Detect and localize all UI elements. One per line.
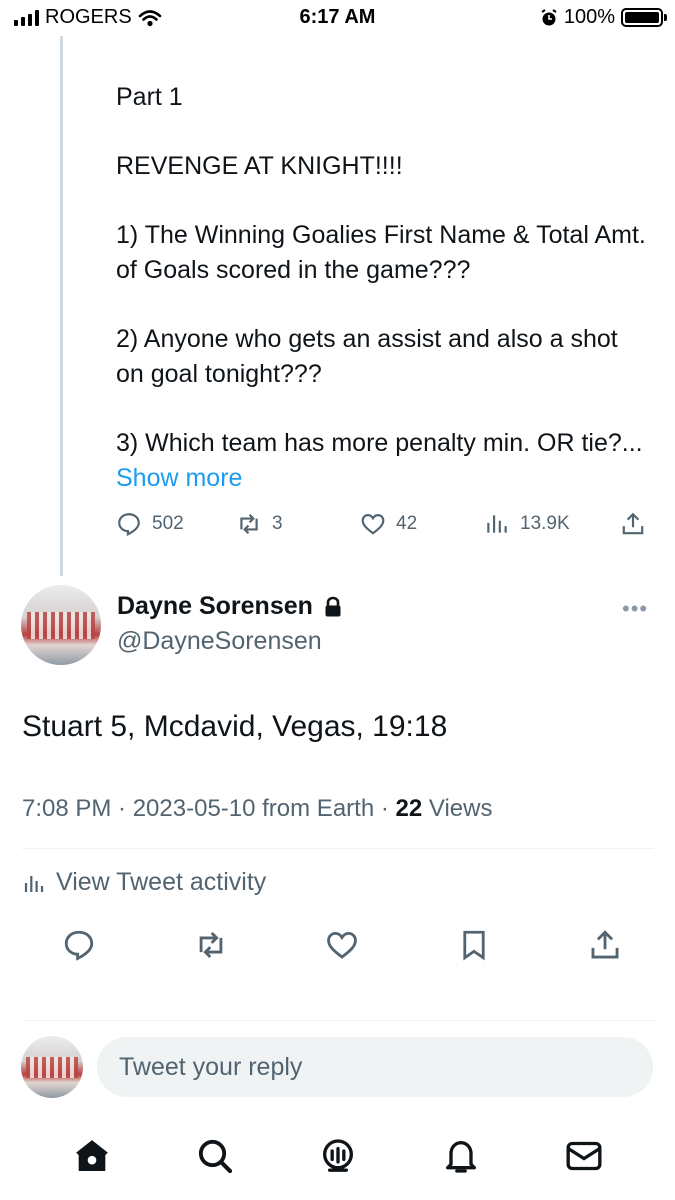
battery-percent: 100%: [563, 6, 615, 28]
bottom-nav: [0, 1112, 675, 1200]
like-action[interactable]: 42: [360, 511, 484, 537]
retweet-icon: [240, 514, 258, 534]
views-label: Views: [422, 795, 493, 822]
reply-icon: [118, 513, 140, 537]
tweet-text: Stuart 5, Mcdavid, Vegas, 19:18: [22, 710, 448, 743]
author-avatar[interactable]: [21, 585, 101, 665]
tweet-line: 2) Anyone who gets an assist and also a …: [116, 325, 618, 388]
author-name-text: Dayne Sorensen: [117, 592, 313, 620]
tweet-line: 1) The Winning Goalies First Name & Tota…: [116, 221, 646, 284]
tweet-meta: 7:08 PM · 2023-05-10 from Earth · 22 Vie…: [22, 795, 492, 823]
views-count: 13.9K: [520, 513, 570, 534]
tweet-line: 3) Which team has more penalty min. OR t…: [116, 426, 646, 496]
previous-tweet-actions: 502 3 42 13.9K: [116, 506, 656, 542]
tweet-line: REVENGE AT KNIGHT!!!!: [116, 152, 403, 180]
spaces-icon[interactable]: [318, 1136, 358, 1176]
thread-line: [60, 36, 63, 576]
bookmark-icon[interactable]: [457, 928, 491, 962]
heart-icon: [361, 514, 385, 535]
share-icon: [622, 512, 644, 535]
status-bar: ROGERS 6:17 AM 100%: [0, 0, 675, 36]
reply-icon[interactable]: [62, 928, 96, 962]
tweet-line-text: 3) Which team has more penalty min. OR t…: [116, 429, 643, 457]
like-count: 42: [396, 513, 418, 534]
reply-action[interactable]: 502: [116, 511, 236, 537]
battery-icon: [621, 8, 667, 27]
retweet-count: 3: [272, 513, 283, 534]
author-handle[interactable]: @DayneSorensen: [117, 627, 322, 656]
share-icon[interactable]: [588, 928, 622, 962]
messages-icon[interactable]: [564, 1136, 604, 1176]
author-name[interactable]: Dayne Sorensen: [117, 592, 343, 621]
alarm-icon: [541, 8, 557, 25]
activity-label: View Tweet activity: [56, 868, 267, 896]
reply-input[interactable]: [97, 1037, 653, 1097]
tweet-action-bar: [62, 928, 622, 962]
reply-count: 502: [152, 513, 184, 534]
views-icon: [487, 515, 507, 533]
home-icon[interactable]: [72, 1136, 112, 1176]
lock-icon: [325, 596, 341, 616]
heart-icon[interactable]: [325, 928, 359, 962]
more-options-icon[interactable]: •••: [622, 596, 648, 622]
search-icon[interactable]: [195, 1136, 235, 1176]
status-bar-right: 100%: [540, 6, 667, 29]
retweet-action[interactable]: 3: [236, 511, 360, 537]
analytics-icon: [24, 875, 44, 892]
divider: [22, 1020, 654, 1021]
tweet-timestamp: 7:08 PM · 2023-05-10 from Earth ·: [22, 795, 396, 822]
views-action[interactable]: 13.9K: [484, 511, 620, 537]
notifications-icon[interactable]: [441, 1136, 481, 1176]
show-more-link[interactable]: Show more: [116, 464, 242, 492]
view-tweet-activity-link[interactable]: View Tweet activity: [22, 868, 266, 897]
share-action[interactable]: [620, 511, 646, 537]
my-avatar[interactable]: [21, 1036, 83, 1098]
retweet-icon[interactable]: [194, 928, 228, 962]
previous-tweet-text[interactable]: Part 1 REVENGE AT KNIGHT!!!! 1) The Winn…: [116, 80, 646, 496]
views-count-bold: 22: [395, 795, 423, 822]
tweet-line: Part 1: [116, 83, 183, 111]
divider: [22, 848, 654, 849]
